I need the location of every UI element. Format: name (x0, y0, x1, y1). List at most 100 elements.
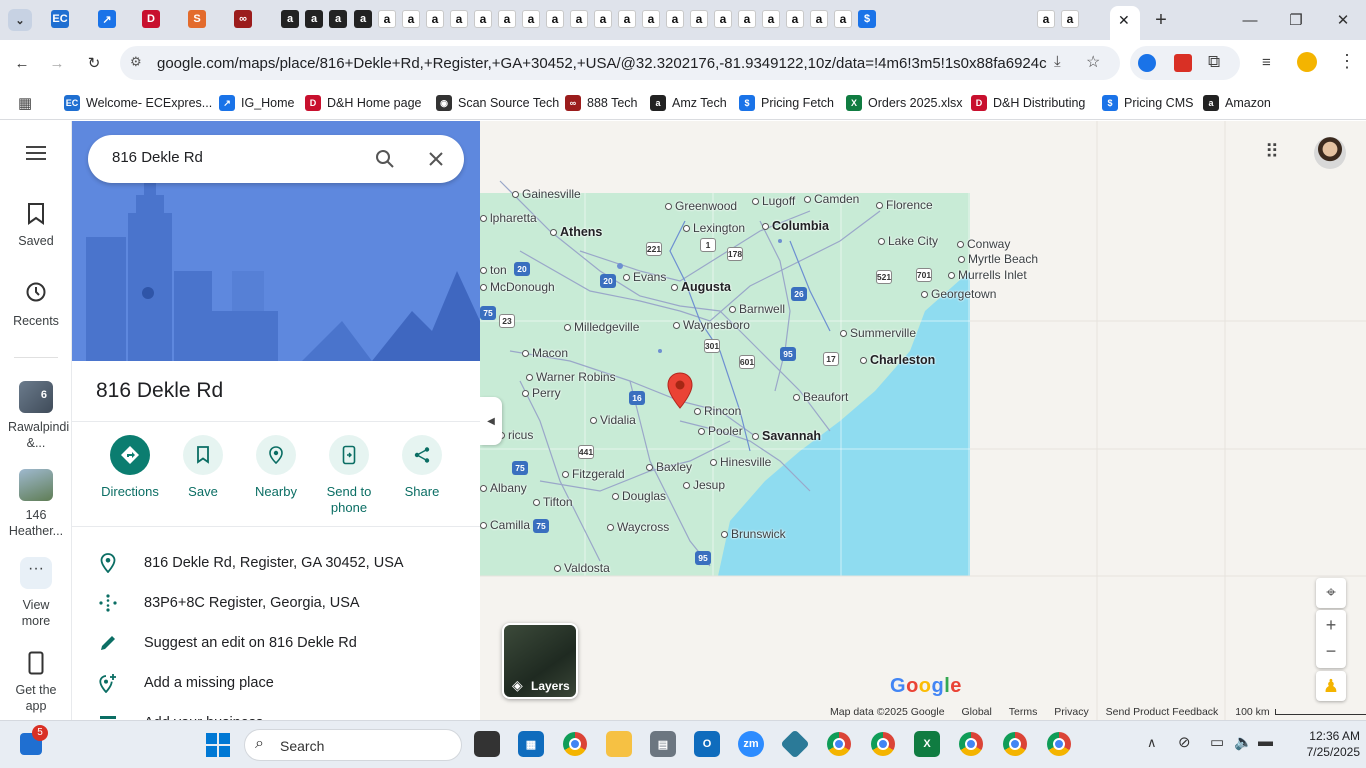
amazon-icon[interactable]: a (762, 10, 780, 28)
recent-place-rawalpindi[interactable]: 6 Rawalpindi &... (0, 381, 72, 451)
amazon-icon[interactable]: a (1061, 10, 1079, 28)
url-text[interactable]: google.com/maps/place/816+Dekle+Rd,+Regi… (157, 55, 1047, 72)
tab-search-icon[interactable]: ⌄ (8, 9, 32, 31)
bookmark-item[interactable]: ∞ 888 Tech (565, 93, 638, 113)
new-tab-icon[interactable]: + (1149, 8, 1173, 32)
store-icon[interactable]: ▦ (518, 731, 544, 757)
city-label[interactable]: Baxley (646, 460, 692, 474)
city-label[interactable]: Camilla (480, 518, 530, 532)
close-tab-icon[interactable]: ✕ (1118, 12, 1130, 29)
amazon-icon[interactable]: a (786, 10, 804, 28)
zoom-in-button[interactable]: + (1326, 611, 1337, 639)
city-label[interactable]: Barnwell (729, 302, 785, 316)
amazon-icon[interactable]: a (281, 10, 299, 28)
city-label[interactable]: Gainesville (512, 187, 581, 201)
recent-place-heather[interactable]: 146 Heather... (0, 469, 72, 539)
amazon-icon[interactable]: a (378, 10, 396, 28)
volume-icon[interactable]: 🔈 (1234, 733, 1253, 751)
address-bar[interactable]: ⚙ google.com/maps/place/816+Dekle+Rd,+Re… (120, 46, 1120, 80)
city-label[interactable]: Murrells Inlet (948, 268, 1027, 282)
menu-icon[interactable] (0, 145, 72, 164)
my-location-button[interactable]: ⌖ (1316, 578, 1346, 608)
pegman-button[interactable]: ♟ (1316, 671, 1346, 701)
info-row[interactable]: Add your business (72, 703, 480, 720)
bookmark-item[interactable]: D D&H Home page (305, 93, 422, 113)
nearby-button[interactable]: Nearby (239, 435, 313, 500)
city-label[interactable]: Pooler (698, 424, 743, 438)
city-label[interactable]: Conway (957, 237, 1010, 251)
city-label[interactable]: Waynesboro (673, 318, 750, 332)
city-label[interactable]: Valdosta (554, 561, 610, 575)
app-icon[interactable] (780, 729, 810, 759)
city-label[interactable]: Douglas (612, 489, 666, 503)
global-link[interactable]: Global (962, 706, 992, 718)
amazon-icon[interactable]: a (474, 10, 492, 28)
bookmark-item[interactable]: $ Pricing Fetch (739, 93, 834, 113)
amazon-icon[interactable]: a (1037, 10, 1055, 28)
file-explorer-icon[interactable] (606, 731, 632, 757)
clear-search-icon[interactable] (428, 151, 444, 167)
amazon-icon[interactable]: a (329, 10, 347, 28)
zoom-icon[interactable]: zm (738, 731, 764, 757)
city-label[interactable]: Tifton (533, 495, 573, 509)
amazon-icon[interactable]: a (498, 10, 516, 28)
zoom-out-button[interactable]: − (1326, 639, 1337, 667)
install-app-icon[interactable]: ⤓ (1054, 53, 1061, 70)
chevron-up-icon[interactable]: ∧ (1147, 735, 1157, 751)
reload-icon[interactable]: ↻ (82, 51, 106, 75)
city-label[interactable]: Georgetown (921, 287, 996, 301)
city-label[interactable]: Milledgeville (564, 320, 639, 334)
city-label[interactable]: Athens (550, 225, 602, 239)
recents-button[interactable]: Recents (0, 281, 72, 328)
search-box[interactable]: 816 Dekle Rd (88, 135, 464, 183)
city-label[interactable]: Florence (876, 198, 933, 212)
amazon-icon[interactable]: a (426, 10, 444, 28)
extension-icon[interactable] (1138, 54, 1156, 72)
chrome-icon[interactable] (1046, 731, 1072, 757)
city-label[interactable]: Perry (522, 386, 561, 400)
amazon-icon[interactable]: a (714, 10, 732, 28)
dh-icon[interactable]: D (142, 10, 160, 28)
minimize-icon[interactable]: — (1238, 8, 1262, 32)
amazon-icon[interactable]: a (402, 10, 420, 28)
city-label[interactable]: Albany (480, 481, 527, 495)
city-label[interactable]: Columbia (762, 219, 829, 233)
share-button[interactable]: Share (385, 435, 459, 500)
amazon-icon[interactable]: a (546, 10, 564, 28)
amazon-icon[interactable]: a (522, 10, 540, 28)
info-row[interactable]: 83P6+8C Register, Georgia, USA (72, 583, 480, 623)
city-label[interactable]: Warner Robins (526, 370, 616, 384)
bookmark-item[interactable]: D D&H Distributing (971, 93, 1085, 113)
collapse-panel-button[interactable]: ◀ (480, 397, 502, 445)
location-marker-icon[interactable] (667, 372, 693, 410)
city-label[interactable]: ricus (498, 428, 533, 442)
city-label[interactable]: Myrtle Beach (958, 252, 1038, 266)
forward-icon[interactable]: → (45, 51, 69, 75)
city-label[interactable]: Evans (623, 270, 666, 284)
excel-icon[interactable]: X (914, 731, 940, 757)
info-row[interactable]: 816 Dekle Rd, Register, GA 30452, USA (72, 543, 480, 583)
city-label[interactable]: Hinesville (710, 455, 771, 469)
city-label[interactable]: Beaufort (793, 390, 848, 404)
chrome-menu-icon[interactable]: ⋮ (1338, 51, 1356, 72)
city-label[interactable]: Camden (804, 192, 859, 206)
bookmark-item[interactable]: ↗ IG_Home (219, 93, 295, 113)
privacy-link[interactable]: Privacy (1054, 706, 1088, 718)
amazon-icon[interactable]: a (570, 10, 588, 28)
get-app-button[interactable]: Get the app (0, 651, 72, 714)
city-label[interactable]: Brunswick (721, 527, 786, 541)
restore-icon[interactable]: ❐ (1284, 8, 1308, 32)
display-icon[interactable]: ▭ (1210, 733, 1224, 751)
ig-icon[interactable]: ↗ (98, 10, 116, 28)
ec-icon[interactable]: EC (51, 10, 69, 28)
city-label[interactable]: Waycross (607, 520, 669, 534)
chrome-icon[interactable] (870, 731, 896, 757)
search-input[interactable]: 816 Dekle Rd (112, 149, 203, 166)
send-to-phone-button[interactable]: Send to phone (312, 435, 386, 516)
clock[interactable]: 12:36 AM 7/25/2025 (1290, 728, 1360, 760)
network-off-icon[interactable]: ⊘ (1178, 733, 1191, 751)
amazon-icon[interactable]: a (354, 10, 372, 28)
amazon-icon[interactable]: a (642, 10, 660, 28)
start-icon[interactable] (206, 733, 230, 757)
bookmark-item[interactable]: $ Pricing CMS (1102, 93, 1193, 113)
